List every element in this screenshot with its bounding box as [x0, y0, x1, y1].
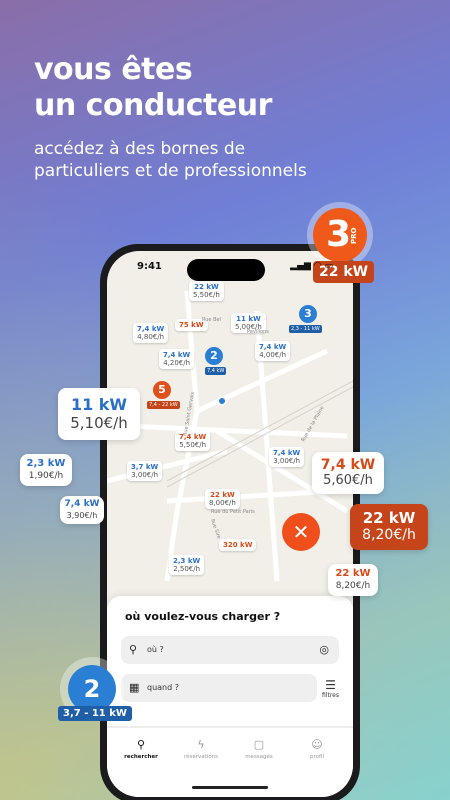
tab-rechercher[interactable]: ⚲ rechercher [111, 738, 171, 760]
pro-label: PRO [350, 227, 358, 244]
card-price: 8,20€/h [362, 527, 416, 543]
map-pin[interactable]: 7,4 kW 4,20€/h [159, 349, 195, 369]
map-cluster[interactable]: 2 [205, 347, 223, 365]
card-power: 22 kW [362, 509, 416, 527]
floating-charger-card: 22 kW 8,20€/h [350, 504, 428, 550]
tab-label: profil [310, 754, 324, 760]
card-price: 5,60€/h [323, 473, 373, 488]
tab-label: rechercher [124, 754, 158, 760]
floating-charger-card: 7,4 kW 5,60€/h [312, 452, 384, 494]
map-pin[interactable]: 7,4 kW 4,80€/h [133, 323, 169, 343]
phone-frame: 9:41 ▂▄▆ ◠ ▭ 22 kW 5,50€/h 11 kW 5,00€/h… [100, 244, 360, 800]
tab-profil[interactable]: ☺ profil [287, 738, 347, 760]
status-bar: 9:41 ▂▄▆ ◠ ▭ [107, 251, 353, 281]
floating-charger-card: 7,4 kW 3,90€/h [60, 496, 104, 524]
street-label: Rue du Petit Paris [211, 509, 255, 515]
card-price: 3,90€/h [66, 511, 98, 520]
when-field[interactable]: ▦ quand ? [121, 674, 317, 702]
map-pin[interactable]: 7,4 kW 5,50€/h [175, 431, 211, 451]
map-pin[interactable]: 2,3 kW 2,50€/h [169, 555, 205, 575]
phone-screen: 9:41 ▂▄▆ ◠ ▭ 22 kW 5,50€/h 11 kW 5,00€/h… [107, 251, 353, 797]
floating-charger-card: 2,3 kW 1,90€/h [20, 454, 72, 486]
when-placeholder: quand ? [147, 683, 179, 692]
filters-icon: ☰ [325, 678, 336, 692]
tab-label: réservations [183, 754, 219, 760]
card-power: 11 kW [70, 395, 128, 414]
search-sheet-title: où voulez-vous charger ? [125, 610, 281, 623]
map-pin[interactable]: 7,4 kW 3,00€/h [269, 447, 305, 467]
street-label: Pavillons [247, 329, 269, 335]
tab-bar: ⚲ rechercher ϟ réservations ▢ messages ☺… [107, 727, 353, 797]
map-cluster[interactable]: 3 [299, 305, 317, 323]
close-icon[interactable]: ✕ [282, 513, 320, 551]
status-icons: ▂▄▆ ◠ ▭ [290, 261, 333, 271]
map-pin[interactable]: 22 kW 5,50€/h [189, 281, 224, 301]
subheadline: accédez à des bornes de particuliers et … [34, 139, 307, 181]
calendar-icon: ▦ [129, 681, 140, 694]
map-cluster-tag: 2,3 - 11 kW [289, 325, 322, 333]
map-cluster-tag: 7,4 kW [205, 367, 227, 375]
tab-label: messages [245, 754, 273, 760]
home-indicator [192, 786, 268, 789]
street-label: Rue Bel [202, 317, 221, 323]
headline: vous êtes un conducteur [34, 52, 272, 124]
bolt-icon: ϟ [197, 738, 205, 751]
filters-label: filtres [322, 692, 339, 699]
message-icon: ▢ [253, 738, 265, 751]
map-pin[interactable]: 22 kW 8,00€/h [205, 489, 240, 509]
map-pin[interactable]: 7,4 kW 4,00€/h [255, 341, 291, 361]
map-cluster-tag: 7,4 - 22 kW [147, 401, 180, 409]
pro-count: 3 [326, 214, 352, 255]
headline-line-2: un conducteur [34, 88, 272, 123]
map-cluster[interactable]: 5 [153, 381, 171, 399]
locate-icon[interactable]: ◎ [319, 636, 329, 664]
where-field[interactable]: ⚲ où ? ◎ [121, 636, 339, 664]
profile-icon: ☺ [311, 738, 323, 751]
cluster-power-tag: 3,7 - 11 kW [58, 706, 132, 721]
floating-charger-card: 11 kW 5,10€/h [58, 388, 140, 440]
card-power: 2,3 kW [26, 458, 66, 469]
search-icon: ⚲ [136, 738, 146, 751]
card-power: 7,4 kW [64, 499, 100, 509]
card-power: 22 kW [335, 568, 371, 579]
tab-reservations[interactable]: ϟ réservations [171, 738, 231, 760]
where-placeholder: où ? [147, 645, 164, 654]
headline-line-1: vous êtes [34, 52, 193, 87]
dynamic-island [187, 259, 265, 281]
card-price: 1,90€/h [28, 471, 64, 481]
floating-charger-card: 22 kW 8,20€/h [328, 564, 378, 596]
search-sheet: où voulez-vous charger ? ⚲ où ? ◎ ▦ quan… [107, 596, 353, 726]
status-time: 9:41 [137, 261, 162, 272]
tab-messages[interactable]: ▢ messages [229, 738, 289, 760]
search-icon: ⚲ [129, 643, 138, 656]
map-pin[interactable]: 3,7 kW 3,00€/h [127, 461, 163, 481]
map-pin[interactable]: 320 kW [219, 539, 257, 551]
card-price: 8,20€/h [335, 581, 371, 591]
card-price: 5,10€/h [70, 414, 128, 432]
card-power: 7,4 kW [320, 457, 376, 473]
filters-button[interactable]: ☰ filtres [322, 678, 339, 699]
